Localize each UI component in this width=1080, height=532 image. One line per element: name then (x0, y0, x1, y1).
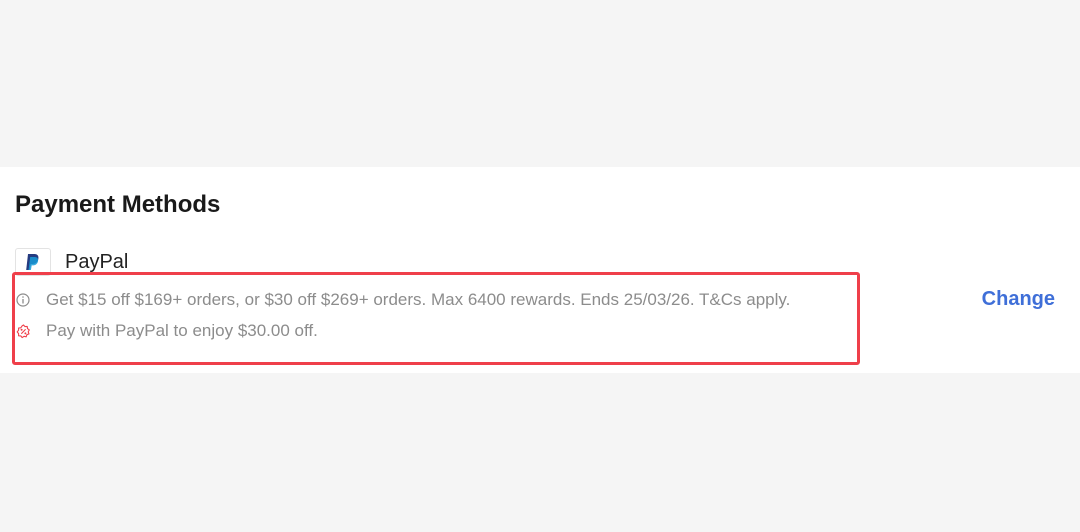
payment-methods-section: Payment Methods PayPal Get $15 off $169+… (0, 167, 1080, 373)
promo-discount-text: Pay with PayPal to enjoy $30.00 off. (46, 321, 318, 340)
change-payment-method-link[interactable]: Change (982, 286, 1055, 312)
checkout-page: Payment Methods PayPal Get $15 off $169+… (0, 0, 1080, 532)
payment-method-name: PayPal (65, 251, 129, 273)
section-title: Payment Methods (15, 191, 221, 218)
promo-highlight-box (12, 272, 860, 365)
discount-icon (15, 323, 31, 339)
promo-info-row: Get $15 off $169+ orders, or $30 off $26… (15, 289, 790, 311)
promo-discount-row: Pay with PayPal to enjoy $30.00 off. (15, 320, 318, 342)
promo-info-text: Get $15 off $169+ orders, or $30 off $26… (46, 290, 791, 309)
info-icon (15, 292, 31, 308)
